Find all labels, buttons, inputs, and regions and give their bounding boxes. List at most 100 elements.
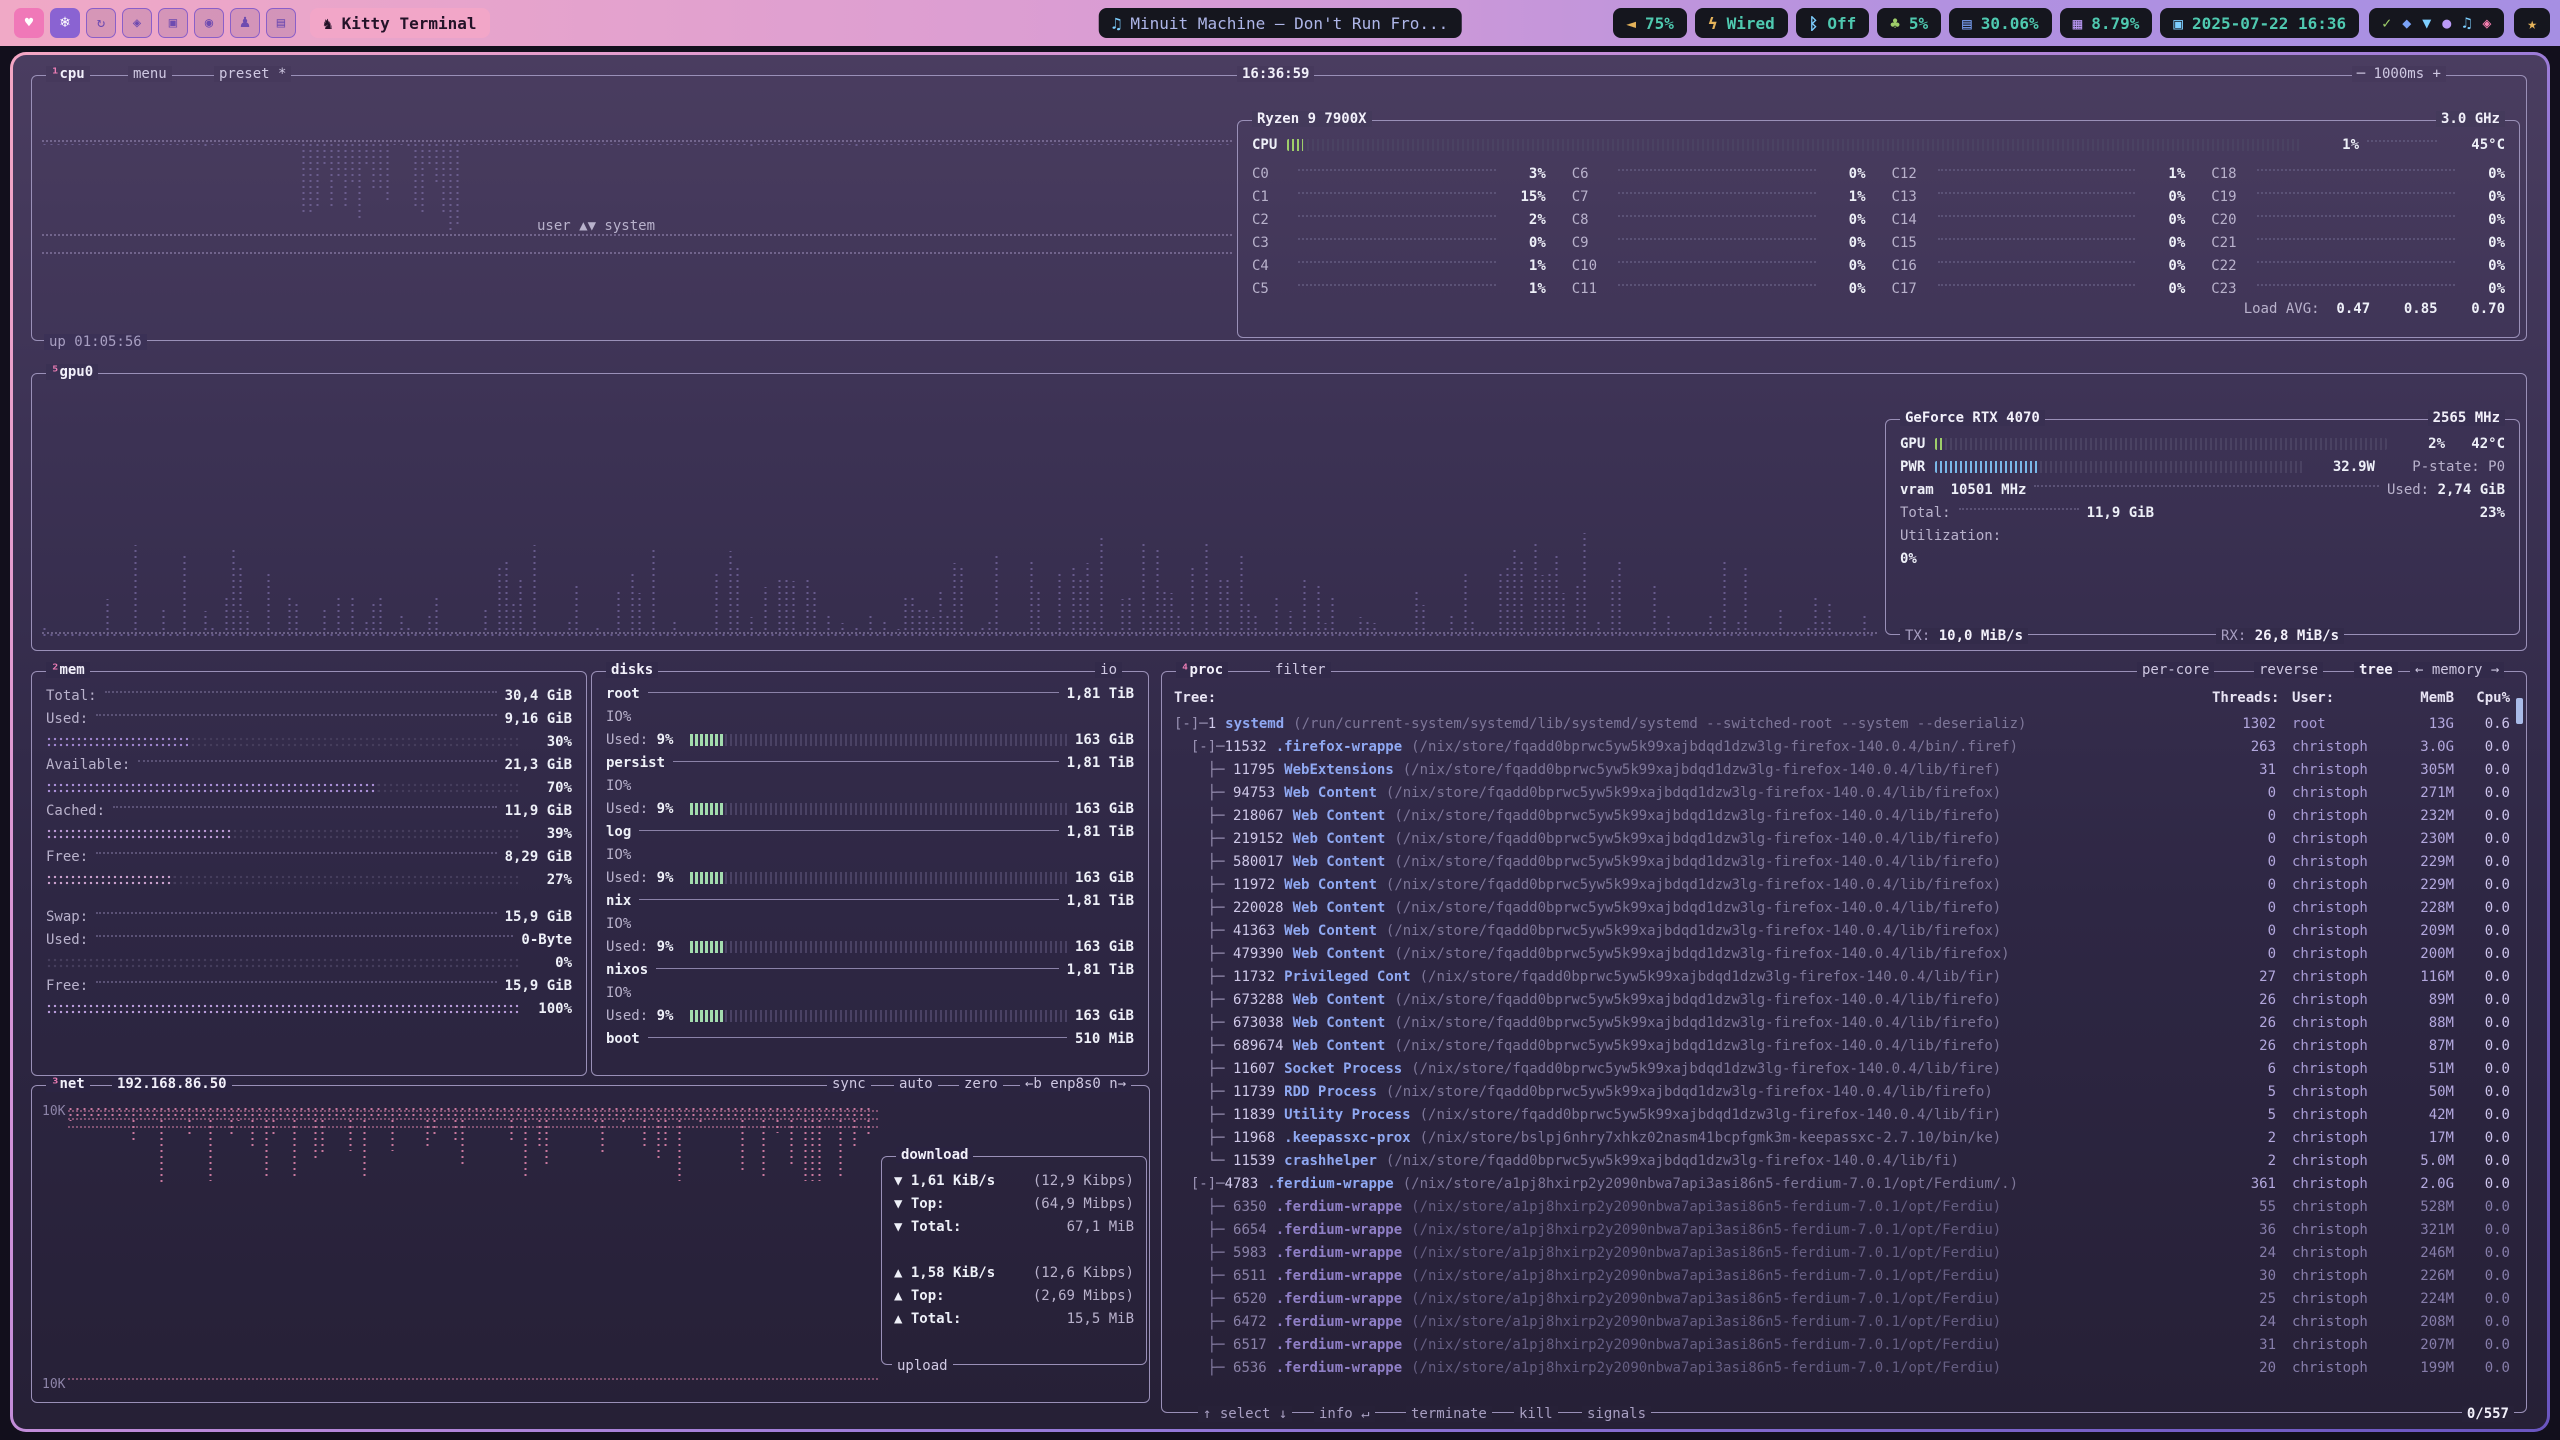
disk-size: 1,81 TiB (1067, 755, 1134, 771)
process-row[interactable]: ├─ 11732Privileged Cont(/nix/store/fqadd… (1174, 965, 2510, 988)
workspace-button[interactable]: ♥ (14, 8, 44, 38)
core-row: C14 0% (1892, 208, 2186, 231)
process-threads: 0 (2212, 808, 2276, 824)
workspace-button[interactable]: ↻ (86, 8, 116, 38)
tree-branch: ├─ (1174, 992, 1233, 1008)
process-pid: 11839 (1233, 1107, 1275, 1123)
status-module[interactable]: ▤ 30.06% (1949, 8, 2051, 38)
process-row[interactable]: └─ 11539crashhelper(/nix/store/fqadd0bpr… (1174, 1149, 2510, 1172)
tray-icon[interactable]: ▼ (2422, 14, 2431, 32)
tray-icon[interactable]: ◆ (2402, 14, 2411, 32)
process-row[interactable]: ├─ 6472.ferdium-wrappe(/nix/store/a1pj8h… (1174, 1310, 2510, 1333)
process-row[interactable]: [-]─11532.firefox-wrappe(/nix/store/fqad… (1174, 735, 2510, 758)
process-row[interactable]: ├─ 6520.ferdium-wrappe(/nix/store/a1pj8h… (1174, 1287, 2510, 1310)
tree-branch: └─ (1174, 1153, 1233, 1169)
process-row[interactable]: ├─ 479390Web Content(/nix/store/fqadd0bp… (1174, 942, 2510, 965)
tray-icon[interactable]: ✓ (2382, 14, 2391, 32)
filter-button[interactable]: filter (1270, 662, 1331, 678)
status-module[interactable]: ϟ Wired (1695, 8, 1788, 38)
process-row[interactable]: ├─ 219152Web Content(/nix/store/fqadd0bp… (1174, 827, 2510, 850)
process-row[interactable]: ├─ 41363Web Content(/nix/store/fqadd0bpr… (1174, 919, 2510, 942)
process-command: (/nix/store/a1pj8hxirp2y2090nbwa7api3asi… (1411, 1199, 2212, 1215)
tree-toggle[interactable]: tree (2354, 662, 2398, 678)
process-row[interactable]: ├─ 580017Web Content(/nix/store/fqadd0bp… (1174, 850, 2510, 873)
process-row[interactable]: ├─ 11839Utility Process(/nix/store/fqadd… (1174, 1103, 2510, 1126)
disks-io-toggle[interactable]: io (1095, 662, 1122, 678)
info-button[interactable]: info ↵ (1314, 1406, 1375, 1422)
status-module[interactable]: ♣ 5% (1877, 8, 1941, 38)
gpu-panel-title: ⁵gpu0 (46, 364, 98, 380)
process-name: Web Content (1293, 854, 1386, 870)
process-row[interactable]: ├─ 673038Web Content(/nix/store/fqadd0bp… (1174, 1011, 2510, 1034)
notification-bell-button[interactable]: ★ (2514, 8, 2550, 38)
process-command: (/nix/store/bslpj6nhry7xhkz02nasm41bcpfg… (1420, 1130, 2212, 1146)
preset-button[interactable]: preset * (214, 66, 291, 82)
workspace-button[interactable]: ◈ (122, 8, 152, 38)
process-row[interactable]: ├─ 6350.ferdium-wrappe(/nix/store/a1pj8h… (1174, 1195, 2510, 1218)
tray-icon[interactable]: ● (2442, 14, 2451, 32)
net-zero-toggle[interactable]: zero (959, 1076, 1003, 1092)
process-name: crashhelper (1284, 1153, 1377, 1169)
net-panel: ³net 192.168.86.50 sync auto zero ←b enp… (31, 1085, 1150, 1403)
workspace-button[interactable]: ❄ (50, 8, 80, 38)
process-row[interactable]: ├─ 6654.ferdium-wrappe(/nix/store/a1pj8h… (1174, 1218, 2510, 1241)
select-hint[interactable]: ↑ select ↓ (1198, 1406, 1292, 1422)
kill-button[interactable]: kill (1514, 1406, 1558, 1422)
process-row[interactable]: ├─ 218067Web Content(/nix/store/fqadd0bp… (1174, 804, 2510, 827)
workspace-button[interactable]: ▤ (266, 8, 296, 38)
status-module[interactable]: ◄ 75% (1613, 8, 1687, 38)
disk-name-row: persist1,81 TiB (606, 751, 1134, 774)
terminate-button[interactable]: terminate (1406, 1406, 1492, 1422)
process-row[interactable]: ├─ 220028Web Content(/nix/store/fqadd0bp… (1174, 896, 2510, 919)
media-player-module[interactable]: ♫ Minuit Machine – Don't Run Fro... (1099, 8, 1462, 38)
system-tray[interactable]: ✓ ◆ ▼ ● ♫ ◈ (2369, 8, 2504, 38)
status-module[interactable]: ▦ 8.79% (2060, 8, 2153, 38)
status-module[interactable]: ▣ 2025-07-22 16:36 (2160, 8, 2359, 38)
process-cpu: 0.0 (2454, 1153, 2510, 1169)
core-row: C15 0% (1892, 231, 2186, 254)
workspace-button[interactable]: ♟ (230, 8, 260, 38)
sort-column-control[interactable]: ← memory → (2410, 662, 2504, 678)
process-row[interactable]: ├─ 689674Web Content(/nix/store/fqadd0bp… (1174, 1034, 2510, 1057)
upload-stat-row: ▲ 1,58 KiB/s(12,6 Kibps) (894, 1261, 1134, 1284)
process-pid: 11739 (1233, 1084, 1275, 1100)
process-row[interactable]: [-]─1systemd(/run/current-system/systemd… (1174, 712, 2510, 735)
net-interface-switcher[interactable]: ←b enp8s0 n→ (1020, 1076, 1131, 1092)
process-row[interactable]: ├─ 5983.ferdium-wrappe(/nix/store/a1pj8h… (1174, 1241, 2510, 1264)
process-command: (/nix/store/fqadd0bprwc5yw5k99xajbdqd1dz… (1394, 831, 2212, 847)
update-interval-control[interactable]: ─ 1000ms + (2352, 66, 2446, 82)
net-auto-toggle[interactable]: auto (894, 1076, 938, 1092)
disk-used-meter (690, 734, 1067, 746)
graph-baseline (42, 252, 1232, 254)
process-row[interactable]: ├─ 11607Socket Process(/nix/store/fqadd0… (1174, 1057, 2510, 1080)
process-row[interactable]: ├─ 11972Web Content(/nix/store/fqadd0bpr… (1174, 873, 2510, 896)
process-cpu: 0.0 (2454, 1360, 2510, 1376)
net-sync-toggle[interactable]: sync (827, 1076, 871, 1092)
reverse-toggle[interactable]: reverse (2254, 662, 2323, 678)
process-user: christoph (2276, 831, 2388, 847)
process-row[interactable]: ├─ 11795WebExtensions(/nix/store/fqadd0b… (1174, 758, 2510, 781)
process-row[interactable]: [-]─4783.ferdium-wrappe(/nix/store/a1pj8… (1174, 1172, 2510, 1195)
core-label: C20 (2211, 212, 2249, 228)
process-row[interactable]: ├─ 11739RDD Process(/nix/store/fqadd0bpr… (1174, 1080, 2510, 1103)
tray-icon[interactable]: ♫ (2462, 14, 2471, 32)
core-label: C19 (2211, 189, 2249, 205)
menu-button[interactable]: menu (128, 66, 172, 82)
process-row[interactable]: ├─ 6517.ferdium-wrappe(/nix/store/a1pj8h… (1174, 1333, 2510, 1356)
workspace-button[interactable]: ◉ (194, 8, 224, 38)
workspace-button[interactable]: ▣ (158, 8, 188, 38)
per-core-toggle[interactable]: per-core (2137, 662, 2214, 678)
tray-icon[interactable]: ◈ (2482, 14, 2491, 32)
window-title-button[interactable]: ♞ Kitty Terminal (310, 8, 490, 38)
process-row[interactable]: ├─ 94753Web Content(/nix/store/fqadd0bpr… (1174, 781, 2510, 804)
signals-button[interactable]: signals (1582, 1406, 1651, 1422)
process-row[interactable]: ├─ 6536.ferdium-wrappe(/nix/store/a1pj8h… (1174, 1356, 2510, 1379)
mem-free-meter: 27% (46, 868, 572, 891)
process-row[interactable]: ├─ 673288Web Content(/nix/store/fqadd0bp… (1174, 988, 2510, 1011)
process-row[interactable]: ├─ 6511.ferdium-wrappe(/nix/store/a1pj8h… (1174, 1264, 2510, 1287)
process-user: christoph (2276, 1038, 2388, 1054)
status-module[interactable]: ᛒ Off (1796, 8, 1870, 38)
process-scrollbar[interactable] (2516, 698, 2523, 724)
gpu-history-graph (42, 410, 1877, 638)
process-row[interactable]: ├─ 11968.keepassxc-prox(/nix/store/bslpj… (1174, 1126, 2510, 1149)
